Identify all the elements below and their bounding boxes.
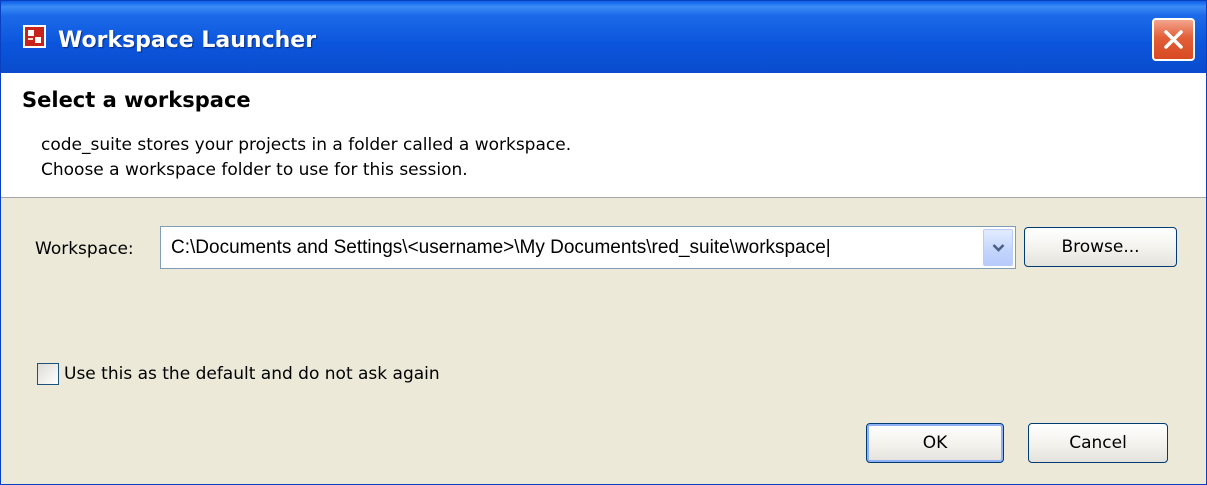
default-checkbox-label[interactable]: Use this as the default and do not ask a…	[64, 363, 440, 385]
close-button[interactable]	[1152, 18, 1195, 61]
workspace-launcher-dialog: Workspace Launcher Select a workspace co…	[0, 0, 1207, 485]
workspace-dropdown-button[interactable]	[983, 229, 1013, 266]
description-line-2: Choose a workspace folder to use for thi…	[41, 160, 468, 180]
chevron-down-icon	[992, 244, 1005, 252]
page-title: Select a workspace	[22, 88, 251, 112]
ok-button[interactable]: OK	[866, 423, 1004, 463]
cancel-button[interactable]: Cancel	[1028, 423, 1168, 463]
workspace-path-input[interactable]: C:\Documents and Settings\<username>\My …	[171, 237, 831, 259]
default-checkbox[interactable]	[37, 363, 59, 385]
workspace-combobox[interactable]: C:\Documents and Settings\<username>\My …	[160, 226, 1016, 269]
window-title: Workspace Launcher	[58, 28, 317, 53]
eclipse-app-icon	[22, 24, 47, 49]
title-bar[interactable]: Workspace Launcher	[1, 1, 1206, 73]
close-x-icon	[1164, 30, 1183, 49]
browse-button[interactable]: Browse...	[1024, 227, 1177, 267]
workspace-label: Workspace:	[35, 239, 134, 259]
description-line-1: code_suite stores your projects in a fol…	[41, 135, 572, 155]
